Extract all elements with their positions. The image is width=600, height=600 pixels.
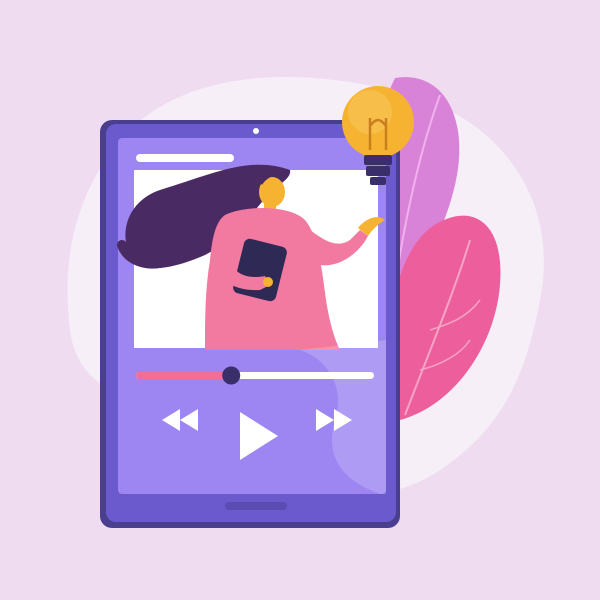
screen-title-bar (136, 154, 234, 162)
home-bar (225, 502, 287, 510)
progress-played (136, 372, 232, 379)
illustration (67, 76, 544, 528)
progress-handle[interactable] (222, 366, 241, 385)
front-camera (253, 128, 259, 134)
